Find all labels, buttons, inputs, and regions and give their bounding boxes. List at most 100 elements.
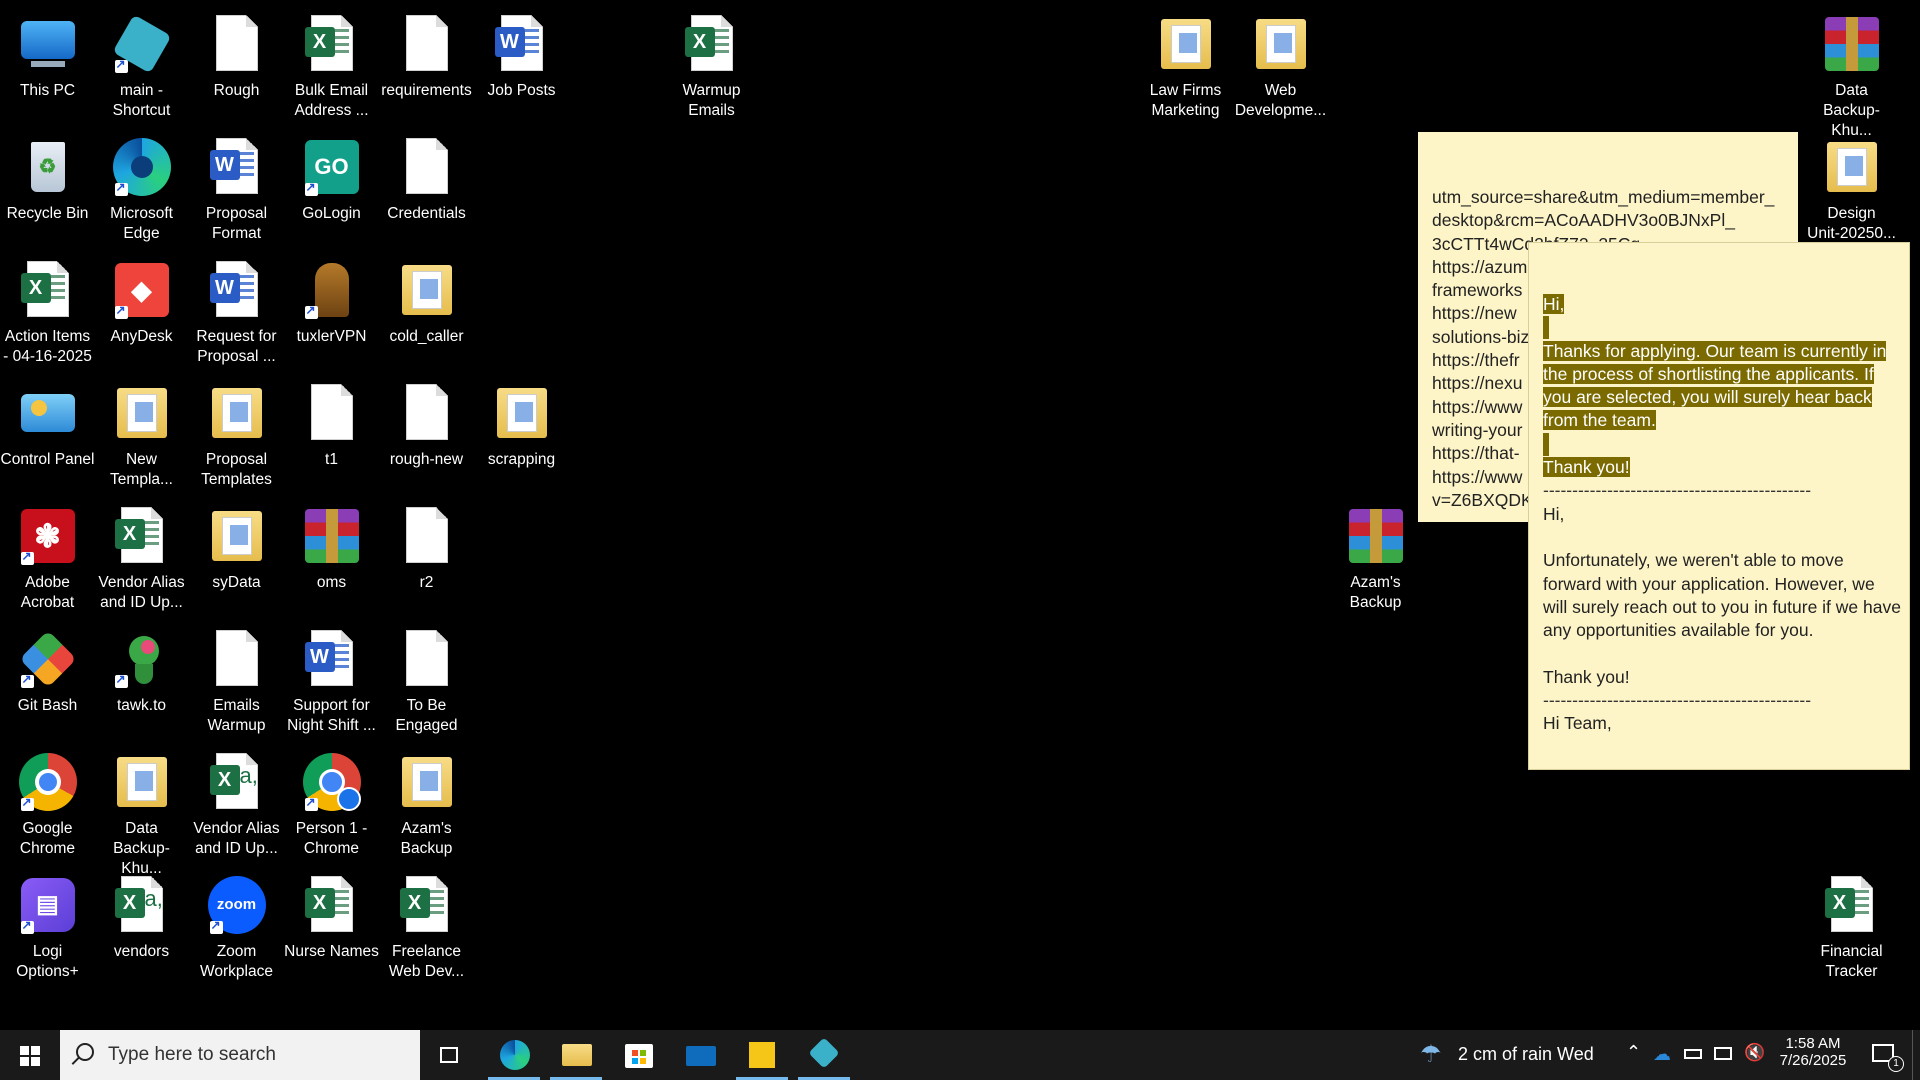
text-file-icon[interactable]: r2 <box>379 497 474 617</box>
notification-center-button[interactable]: 1 <box>1862 1030 1906 1080</box>
anydesk-icon[interactable]: ◆ AnyDesk <box>94 251 189 371</box>
weather-text: 2 cm of rain Wed <box>1458 1044 1594 1064</box>
folder-icon[interactable]: Proposal Templates <box>189 374 284 494</box>
excel-file-icon[interactable]: X Financial Tracker <box>1804 866 1899 986</box>
text-file-icon[interactable]: To Be Engaged <box>379 620 474 740</box>
folder-icon[interactable]: Law Firms Marketing <box>1138 5 1233 125</box>
zoom-icon[interactable]: zoom Zoom Workplace <box>189 866 284 986</box>
text-file-icon[interactable]: Credentials <box>379 128 474 248</box>
volume-muted-icon: 🔇 <box>1744 1043 1766 1062</box>
divider-line: ----------------------------------------… <box>1543 690 1812 711</box>
folder-icon[interactable]: Design Unit-20250... <box>1804 128 1899 248</box>
text-file-icon[interactable]: Rough <box>189 5 284 125</box>
text-file-icon[interactable]: rough-new <box>379 374 474 494</box>
volume-button[interactable]: 🔇 <box>1740 1030 1768 1080</box>
folder-icon[interactable]: cold_caller <box>379 251 474 371</box>
winrar-archive-icon[interactable]: oms <box>284 497 379 617</box>
chrome-icon[interactable]: Google Chrome <box>0 743 95 863</box>
taskbar-edge[interactable] <box>484 1030 544 1080</box>
network-button[interactable] <box>1710 1030 1738 1080</box>
clock-date: 7/26/2025 <box>1779 1052 1847 1069</box>
folder-icon[interactable]: New Templa... <box>94 374 189 494</box>
search-box[interactable]: Type here to search <box>60 1030 420 1080</box>
control-panel-icon[interactable]: Control Panel <box>0 374 95 494</box>
store-icon <box>625 1044 653 1068</box>
search-icon <box>76 1043 94 1061</box>
text-file-icon[interactable]: t1 <box>284 374 379 494</box>
word-file-icon[interactable]: W Job Posts <box>474 5 569 125</box>
gologin-icon[interactable]: GO GoLogin <box>284 128 379 248</box>
weather-widget[interactable]: ☂ 2 cm of rain Wed <box>1416 1030 1606 1080</box>
task-view-icon <box>440 1047 458 1063</box>
main-shortcut-icon[interactable]: main - Shortcut <box>94 5 189 125</box>
tuxler-vpn-icon[interactable]: tuxlerVPN <box>284 251 379 371</box>
sticky-notes-icon <box>749 1042 775 1068</box>
clock-time: 1:58 AM <box>1785 1035 1841 1052</box>
taskbar: Type here to search ☂ 2 cm of rain Wed ⌃… <box>0 1030 1920 1080</box>
word-file-icon[interactable]: W Request for Proposal ... <box>189 251 284 371</box>
notification-count: 1 <box>1888 1056 1904 1072</box>
selected-shortlist-paragraph: Thanks for applying. Our team is current… <box>1543 340 1887 431</box>
battery-icon <box>1684 1049 1702 1059</box>
excel-file-icon[interactable]: X Nurse Names <box>284 866 379 986</box>
excel-file-icon[interactable]: X Vendor Alias and ID Up... <box>94 497 189 617</box>
rejection-paragraph: Unfortunately, we weren't able to move f… <box>1543 550 1901 641</box>
selected-thank-you: Thank you! <box>1543 457 1630 478</box>
battery-button[interactable] <box>1680 1030 1708 1080</box>
show-hidden-icons-button[interactable]: ⌃ <box>1620 1030 1648 1080</box>
cloud-icon: ☁ <box>1653 1044 1671 1064</box>
excel-csv-icon[interactable]: Xa, vendors <box>94 866 189 986</box>
onedrive-button[interactable]: ☁ <box>1650 1030 1678 1080</box>
folder-icon[interactable]: syData <box>189 497 284 617</box>
word-file-icon[interactable]: W Support for Night Shift ... <box>284 620 379 740</box>
desktop: This PC ♻ Recycle Bin X Action Items - 0… <box>0 0 1920 1030</box>
mail-icon <box>686 1046 716 1066</box>
thank-you: Thank you! <box>1543 666 1630 687</box>
sticky-note-email-templates[interactable]: Hi, Thanks for applying. Our team is cur… <box>1528 242 1910 770</box>
team-greeting: Hi Team, <box>1543 713 1612 734</box>
show-desktop-button[interactable] <box>1912 1030 1920 1080</box>
search-placeholder: Type here to search <box>108 1044 276 1065</box>
word-file-icon[interactable]: W Proposal Format <box>189 128 284 248</box>
clock[interactable]: 1:58 AM 7/26/2025 <box>1772 1030 1854 1080</box>
text-file-icon[interactable]: requirements <box>379 5 474 125</box>
excel-csv-icon[interactable]: Xa, Vendor Alias and ID Up... <box>189 743 284 863</box>
network-icon <box>1714 1047 1732 1060</box>
selected-greeting: Hi, <box>1543 294 1565 314</box>
folder-icon[interactable]: Data Backup-Khu... <box>94 743 189 877</box>
sticky-note-email-text[interactable]: Hi, Thanks for applying. Our team is cur… <box>1543 293 1903 736</box>
greeting: Hi, <box>1543 503 1565 524</box>
task-view-button[interactable] <box>420 1030 480 1080</box>
excel-file-icon[interactable]: X Freelance Web Dev... <box>379 866 474 986</box>
windows-logo-icon <box>20 1046 40 1066</box>
logi-options-icon[interactable]: ▤ Logi Options+ <box>0 866 95 986</box>
divider-line: ----------------------------------------… <box>1543 480 1812 501</box>
taskbar-microsoft-store[interactable] <box>608 1030 668 1080</box>
start-button[interactable] <box>0 1030 60 1080</box>
app-diamond-icon <box>808 1037 840 1069</box>
adobe-acrobat-icon[interactable]: ❃ Adobe Acrobat <box>0 497 95 617</box>
this-pc-icon[interactable]: This PC <box>0 5 95 125</box>
folder-icon[interactable]: Web Developme... <box>1233 5 1328 125</box>
edge-icon[interactable]: Microsoft Edge <box>94 128 189 248</box>
tawk-to-icon[interactable]: tawk.to <box>94 620 189 740</box>
chevron-up-icon: ⌃ <box>1626 1042 1642 1062</box>
winrar-archive-icon[interactable]: Azam's Backup <box>1328 497 1423 617</box>
excel-file-icon[interactable]: X Bulk Email Address ... <box>284 5 379 125</box>
git-bash-icon[interactable]: Git Bash <box>0 620 95 740</box>
edge-icon <box>500 1040 530 1070</box>
taskbar-file-explorer[interactable] <box>546 1030 606 1080</box>
winrar-archive-icon[interactable]: Data Backup-Khu... <box>1804 5 1899 139</box>
taskbar-sticky-notes[interactable] <box>732 1030 792 1080</box>
folder-icon[interactable]: scrapping <box>474 374 569 494</box>
folder-icon <box>562 1044 592 1066</box>
rain-umbrella-icon: ☂ <box>1420 1041 1442 1068</box>
taskbar-mail[interactable] <box>670 1030 730 1080</box>
taskbar-app[interactable] <box>794 1030 854 1080</box>
excel-file-icon[interactable]: X Warmup Emails <box>664 5 759 125</box>
recycle-bin-icon[interactable]: ♻ Recycle Bin <box>0 128 95 248</box>
text-file-icon[interactable]: Emails Warmup <box>189 620 284 740</box>
chrome-profile-icon[interactable]: Person 1 - Chrome <box>284 743 379 863</box>
folder-icon[interactable]: Azam's Backup <box>379 743 474 863</box>
excel-file-icon[interactable]: X Action Items - 04-16-2025 <box>0 251 95 371</box>
